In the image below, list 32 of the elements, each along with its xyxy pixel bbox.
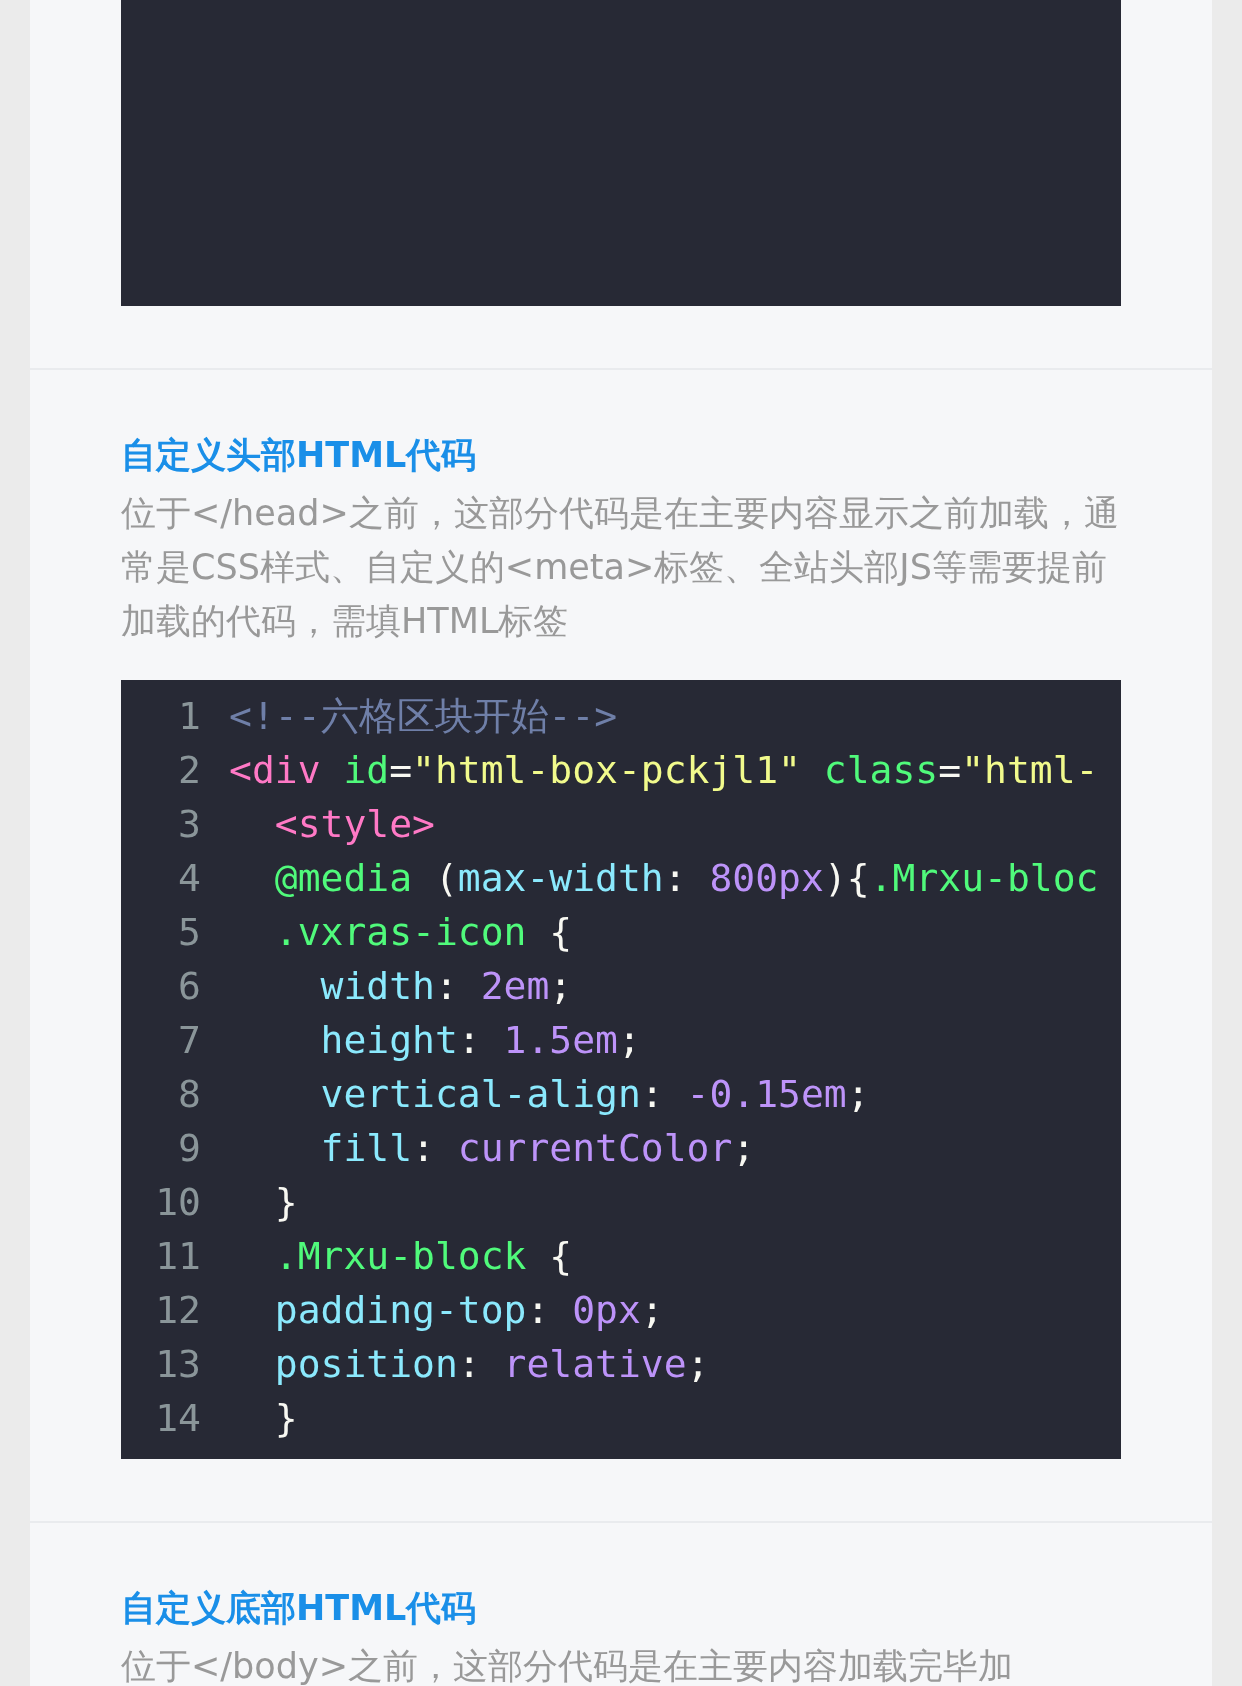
code-line: vertical-align: -0.15em; xyxy=(319,1071,870,1118)
line-number: 3 xyxy=(177,801,201,848)
line-number: 8 xyxy=(177,1071,201,1118)
section-title: 自定义头部HTML代码 xyxy=(121,434,478,477)
code-line: .vxras-icon { xyxy=(273,909,573,956)
line-number: 6 xyxy=(177,963,201,1010)
section-title: 自定义底部HTML代码 xyxy=(121,1587,478,1630)
code-line: padding-top: 0px; xyxy=(273,1287,664,1334)
line-number: 7 xyxy=(177,1017,201,1064)
code-line: <style> xyxy=(273,801,435,848)
code-line: } xyxy=(273,1395,298,1442)
code-line: @media (max-width: 800px){.Mrxu-bloc xyxy=(273,855,1099,902)
section-description: 位于</head>之前，这部分代码是在主要内容显示之前加载，通常是CSS样式、自定义的<meta>标签、全站头部JS等需要提前加载的代码，需填HTML标签 xyxy=(121,492,1120,643)
line-number: 14 xyxy=(154,1395,201,1442)
line-number: 4 xyxy=(177,855,201,902)
code-line: position: relative; xyxy=(273,1341,710,1388)
code-line: height: 1.5em; xyxy=(319,1017,641,1064)
code-line: <!--六格区块开始--> xyxy=(229,693,618,740)
code-line: <div id="html-box-pckjl1" class="html- xyxy=(229,747,1099,794)
line-number: 9 xyxy=(177,1125,201,1172)
code-line: fill: currentColor; xyxy=(319,1125,756,1172)
code-line: } xyxy=(273,1179,298,1226)
line-number: 11 xyxy=(154,1233,201,1280)
line-number: 5 xyxy=(177,909,201,956)
line-number: 10 xyxy=(154,1179,201,1226)
line-number: 13 xyxy=(154,1341,201,1388)
code-line: width: 2em; xyxy=(319,963,573,1010)
line-number: 2 xyxy=(177,747,201,794)
code-line: .Mrxu-block { xyxy=(273,1233,573,1280)
section-description: 位于</body>之前，这部分代码是在主要内容加载完毕加 xyxy=(121,1645,1014,1686)
line-number: 12 xyxy=(154,1287,201,1334)
line-number: 1 xyxy=(177,693,201,740)
